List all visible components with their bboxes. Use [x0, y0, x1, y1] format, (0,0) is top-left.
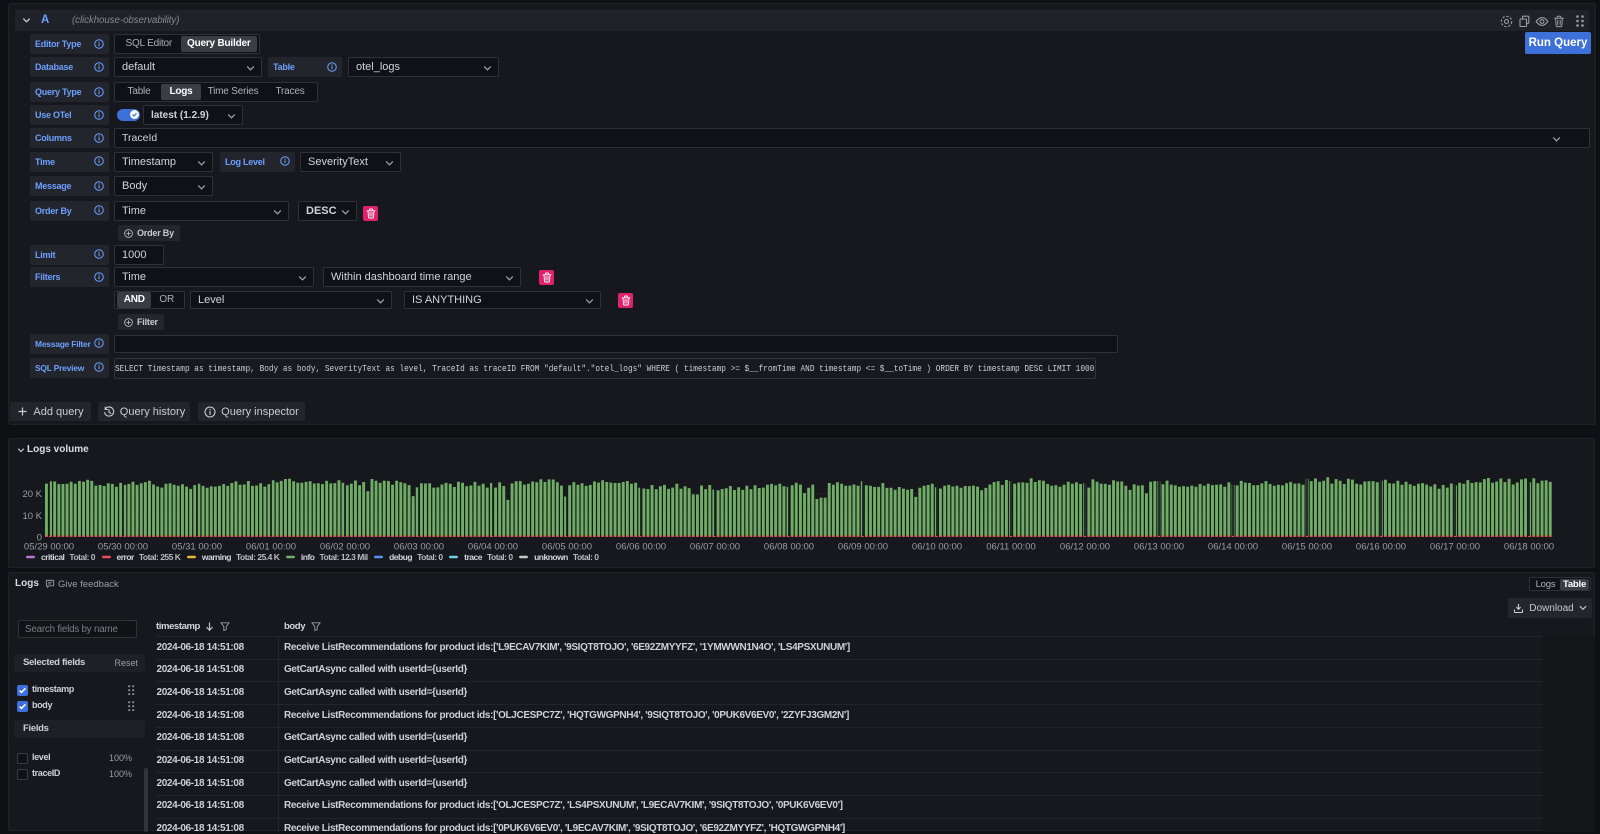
- svg-text:06/08 00:00: 06/08 00:00: [764, 542, 814, 553]
- svg-text:06/09 00:00: 06/09 00:00: [838, 542, 888, 553]
- svg-text:06/18 00:00: 06/18 00:00: [1504, 542, 1554, 553]
- svg-text:05/30 00:00: 05/30 00:00: [98, 542, 148, 553]
- svg-text:06/14 00:00: 06/14 00:00: [1208, 542, 1258, 553]
- svg-text:06/17 00:00: 06/17 00:00: [1430, 542, 1480, 553]
- svg-text:20 K: 20 K: [22, 489, 42, 500]
- svg-text:06/07 00:00: 06/07 00:00: [690, 542, 740, 553]
- svg-text:05/29 00:00: 05/29 00:00: [24, 542, 74, 553]
- svg-text:06/05 00:00: 06/05 00:00: [542, 542, 592, 553]
- svg-text:06/04 00:00: 06/04 00:00: [468, 542, 518, 553]
- svg-text:06/10 00:00: 06/10 00:00: [912, 542, 962, 553]
- svg-text:06/06 00:00: 06/06 00:00: [616, 542, 666, 553]
- svg-text:06/13 00:00: 06/13 00:00: [1134, 542, 1184, 553]
- svg-text:05/31 00:00: 05/31 00:00: [172, 542, 222, 553]
- svg-text:06/01 00:00: 06/01 00:00: [246, 542, 296, 553]
- svg-text:06/11 00:00: 06/11 00:00: [986, 542, 1035, 553]
- svg-text:06/02 00:00: 06/02 00:00: [320, 542, 370, 553]
- svg-text:06/03 00:00: 06/03 00:00: [394, 542, 444, 553]
- svg-text:06/15 00:00: 06/15 00:00: [1282, 542, 1332, 553]
- svg-text:10 K: 10 K: [22, 511, 42, 522]
- svg-text:06/12 00:00: 06/12 00:00: [1060, 542, 1110, 553]
- svg-text:06/16 00:00: 06/16 00:00: [1356, 542, 1406, 553]
